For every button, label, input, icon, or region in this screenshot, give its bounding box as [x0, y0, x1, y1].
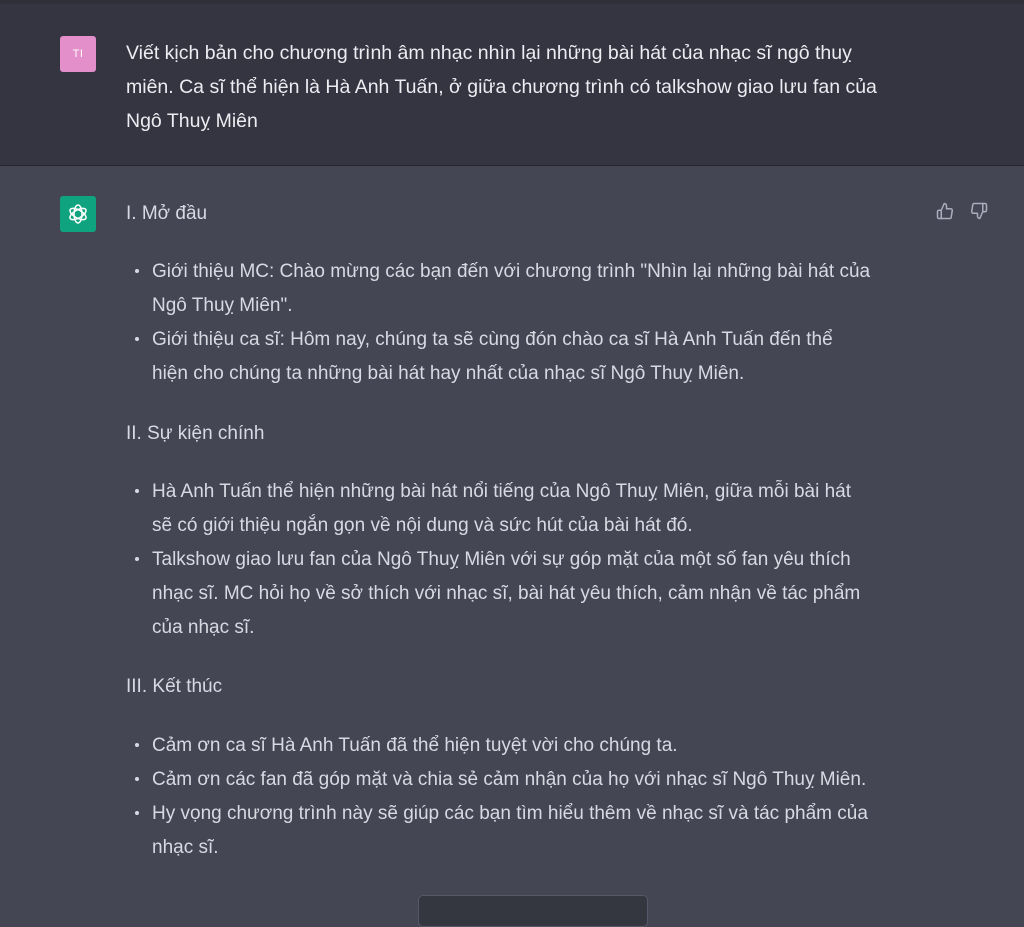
list-item: Giới thiệu ca sĩ: Hôm nay, chúng ta sẽ c… — [126, 323, 936, 391]
list-item-line: Cảm ơn các fan đã góp mặt và chia sẻ cảm… — [152, 769, 867, 790]
opening-bullet-list: Giới thiệu MC: Chào mừng các bạn đến với… — [126, 255, 936, 391]
bullet-point — [135, 489, 139, 493]
list-item-line: Ngô Thuỵ Miên". — [152, 295, 293, 316]
list-item-line: nhạc sĩ. — [152, 837, 219, 858]
section-heading-main-events: II. Sự kiện chính — [126, 423, 265, 444]
assistant-message: I. Mở đầu Giới thiệu MC: Chào mừng các b… — [0, 166, 1024, 927]
openai-logo-graphic — [69, 204, 87, 224]
bullet-point — [135, 777, 139, 781]
bullet-point — [135, 337, 139, 341]
user-message-text: Viết kịch bản cho chương trình âm nhạc n… — [126, 36, 926, 138]
list-item-line: Giới thiệu ca sĩ: Hôm nay, chúng ta sẽ c… — [152, 329, 833, 350]
list-item-line: nhạc sĩ. MC hỏi họ về sở thích với nhạc … — [152, 583, 861, 604]
list-item-line: của nhạc sĩ. — [152, 617, 255, 638]
user-message: TI Viết kịch bản cho chương trình âm nhạ… — [0, 4, 1024, 166]
list-item-line: Cảm ơn ca sĩ Hà Anh Tuấn đã thể hiện tuy… — [152, 735, 678, 756]
list-item: Cảm ơn ca sĩ Hà Anh Tuấn đã thể hiện tuy… — [126, 729, 936, 763]
user-message-line: Viết kịch bản cho chương trình âm nhạc n… — [126, 42, 852, 64]
list-item-line: Hà Anh Tuấn thể hiện những bài hát nổi t… — [152, 481, 851, 502]
list-item: Hy vọng chương trình này sẽ giúp các bạn… — [126, 797, 936, 865]
openai-logo-icon — [60, 196, 96, 232]
list-item: Hà Anh Tuấn thể hiện những bài hát nổi t… — [126, 475, 936, 543]
list-item-line: Giới thiệu MC: Chào mừng các bạn đến với… — [152, 261, 871, 282]
section-heading-opening: I. Mở đầu — [126, 203, 208, 224]
list-item-line: hiện cho chúng ta những bài hát hay nhất… — [152, 363, 745, 384]
user-avatar: TI — [60, 36, 96, 72]
list-item: Talkshow giao lưu fan của Ngô Thuỵ Miên … — [126, 543, 936, 645]
list-item: Cảm ơn các fan đã góp mặt và chia sẻ cảm… — [126, 763, 936, 797]
list-item-line: Hy vọng chương trình này sẽ giúp các bạn… — [152, 803, 868, 824]
user-message-line: miên. Ca sĩ thể hiện là Hà Anh Tuấn, ở g… — [126, 76, 877, 98]
list-item-line: Talkshow giao lưu fan của Ngô Thuỵ Miên … — [152, 549, 851, 570]
list-item: Giới thiệu MC: Chào mừng các bạn đến với… — [126, 255, 936, 323]
bullet-point — [135, 811, 139, 815]
thumbs-down-icon[interactable] — [968, 200, 990, 222]
list-item-line: sẽ có giới thiệu ngắn gọn về nội dung và… — [152, 515, 693, 536]
user-message-line: Ngô Thuỵ Miên — [126, 110, 258, 132]
bullet-point — [135, 269, 139, 273]
regenerate-response-button[interactable] — [418, 895, 648, 927]
section-heading-closing: III. Kết thúc — [126, 676, 223, 697]
bullet-point — [135, 557, 139, 561]
bullet-point — [135, 743, 139, 747]
main-events-bullet-list: Hà Anh Tuấn thể hiện những bài hát nổi t… — [126, 475, 936, 645]
thumbs-up-icon[interactable] — [934, 200, 956, 222]
closing-bullet-list: Cảm ơn ca sĩ Hà Anh Tuấn đã thể hiện tuy… — [126, 729, 936, 865]
